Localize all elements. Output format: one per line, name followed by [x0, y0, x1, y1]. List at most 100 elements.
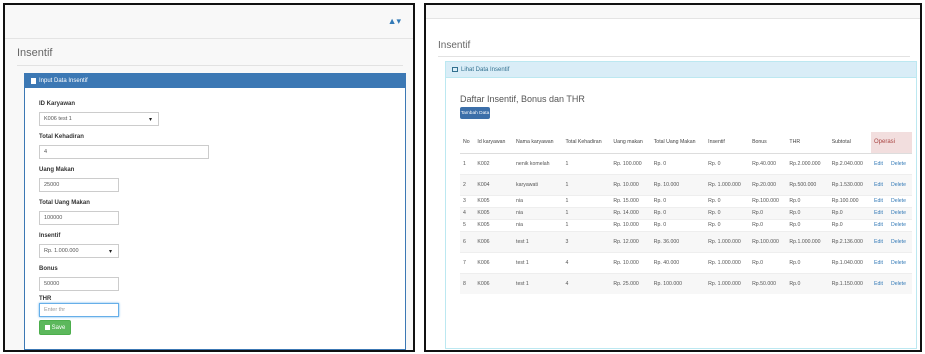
cell-id: K005 — [474, 206, 514, 219]
delete-link[interactable]: Delete — [888, 152, 912, 174]
total-kehadiran-label: Total Kehadiran — [39, 134, 84, 140]
edit-link[interactable]: Edit — [870, 173, 888, 195]
col-header: No — [460, 132, 475, 154]
list-panel: Lihat Data Insentif Daftar Insentif, Bon… — [445, 61, 917, 349]
delete-link[interactable]: Delete — [888, 272, 912, 294]
delete-link[interactable]: Delete — [888, 173, 912, 195]
cell-id: K006 — [474, 251, 514, 273]
cell-subtotal: Rp.2.040.000 — [828, 152, 871, 174]
edit-link[interactable]: Edit — [870, 152, 888, 174]
page-title: Insentif — [17, 47, 53, 59]
save-icon — [44, 325, 50, 330]
save-button[interactable]: Save — [39, 320, 71, 335]
cell-uang: Rp. 25.000 — [610, 272, 651, 294]
cell-total_uang: Rp. 0 — [650, 194, 706, 207]
cell-no: 2 — [460, 173, 475, 195]
cell-thr: Rp.0 — [786, 272, 829, 294]
table-row: 2 K004 karyawati 1 Rp. 10.000 Rp. 10.000 Rp. 1… — [460, 173, 912, 195]
cell-total_uang: Rp. 100.000 — [650, 272, 706, 294]
input-panel: Input Data Insentif ID Karyawan K006 tes… — [24, 73, 406, 350]
cell-insentif: Rp. 1.000.000 — [705, 251, 750, 273]
insentif-select[interactable]: Rp. 1.000.000 ▾ — [39, 244, 119, 258]
id-karyawan-select[interactable]: K006 test 1 ▾ — [39, 112, 159, 126]
cell-subtotal: Rp.2.136.000 — [828, 230, 871, 252]
document-icon — [31, 78, 36, 84]
edit-link[interactable]: Edit — [870, 272, 888, 294]
cell-nama: nenik komelah — [513, 152, 563, 174]
id-karyawan-label: ID Karyawan — [39, 101, 76, 107]
cell-hadir: 1 — [562, 173, 611, 195]
delete-link[interactable]: Delete — [888, 206, 912, 219]
bonus-label: Bonus — [39, 266, 58, 272]
delete-link[interactable]: Delete — [888, 230, 912, 252]
cell-subtotal: Rp.100.000 — [828, 194, 871, 207]
panel-title: Input Data Insentif — [39, 78, 88, 84]
user-menu-icon[interactable]: ▲▾ — [388, 16, 401, 27]
cell-bonus: Rp.20.000 — [749, 173, 787, 195]
total-uang-makan-field[interactable]: 100000 — [39, 211, 119, 225]
table-header-row: No Id karyawan Nama karyawan Total Kehad… — [460, 132, 912, 154]
add-data-button[interactable]: Tambah Data — [460, 107, 490, 119]
edit-link[interactable]: Edit — [870, 251, 888, 273]
panel-heading: Input Data Insentif — [25, 74, 405, 88]
cell-bonus: Rp.50.000 — [749, 272, 787, 294]
cell-total_uang: Rp. 40.000 — [650, 251, 706, 273]
cell-id: K005 — [474, 194, 514, 207]
cell-bonus: Rp.0 — [749, 206, 787, 219]
cell-id: K006 — [474, 230, 514, 252]
cell-subtotal: Rp.1.530.000 — [828, 173, 871, 195]
table-row: 1 K002 nenik komelah 1 Rp. 100.000 Rp. 0 Rp. 0… — [460, 152, 912, 174]
cell-bonus: Rp.100.000 — [749, 194, 787, 207]
delete-link[interactable]: Delete — [888, 218, 912, 231]
cell-uang: Rp. 10.000 — [610, 218, 651, 231]
cell-uang: Rp. 15.000 — [610, 194, 651, 207]
list-title: Daftar Insentif, Bonus dan THR — [460, 94, 585, 104]
cell-nama: nia — [513, 206, 563, 219]
cell-thr: Rp.0 — [786, 206, 829, 219]
divider — [17, 65, 403, 66]
col-header: THR — [786, 132, 829, 154]
cell-insentif: Rp. 0 — [705, 218, 750, 231]
cell-insentif: Rp. 1.000.000 — [705, 230, 750, 252]
uang-makan-field[interactable]: 25000 — [39, 178, 119, 192]
id-karyawan-value: K006 test 1 — [44, 116, 72, 122]
cell-thr: Rp.0 — [786, 251, 829, 273]
edit-link[interactable]: Edit — [870, 206, 888, 219]
top-navbar: ▲▾ — [5, 5, 413, 39]
cell-hadir: 1 — [562, 206, 611, 219]
thr-field[interactable]: Enter thr — [39, 303, 119, 317]
edit-link[interactable]: Edit — [870, 194, 888, 207]
top-navbar — [426, 5, 920, 19]
cell-insentif: Rp. 1.000.000 — [705, 173, 750, 195]
total-kehadiran-field[interactable]: 4 — [39, 145, 209, 159]
delete-link[interactable]: Delete — [888, 251, 912, 273]
cell-id: K002 — [474, 152, 514, 174]
edit-link[interactable]: Edit — [870, 218, 888, 231]
cell-thr: Rp.500.000 — [786, 173, 829, 195]
cell-hadir: 4 — [562, 272, 611, 294]
cell-hadir: 3 — [562, 230, 611, 252]
cell-no: 7 — [460, 251, 475, 273]
cell-nama: nia — [513, 218, 563, 231]
col-header: Total Kehadiran — [562, 132, 611, 154]
cell-nama: test 1 — [513, 272, 563, 294]
cell-nama: nia — [513, 194, 563, 207]
cell-subtotal: Rp.1.150.000 — [828, 272, 871, 294]
bonus-field[interactable]: 50000 — [39, 277, 119, 291]
list-window: Insentif Lihat Data Insentif Daftar Inse… — [424, 3, 922, 352]
cell-no: 5 — [460, 218, 475, 231]
uang-makan-label: Uang Makan — [39, 167, 75, 173]
col-header: Bonus — [749, 132, 787, 154]
cell-total_uang: Rp. 10.000 — [650, 173, 706, 195]
cell-no: 4 — [460, 206, 475, 219]
table-row: 6 K006 test 1 3 Rp. 12.000 Rp. 36.000 Rp. 1.00… — [460, 230, 912, 252]
cell-hadir: 1 — [562, 152, 611, 174]
save-label: Save — [51, 324, 66, 331]
table-row: 7 K006 test 1 4 Rp. 10.000 Rp. 40.000 Rp. 1.00… — [460, 251, 912, 273]
col-header: Nama karyawan — [513, 132, 563, 154]
edit-link[interactable]: Edit — [870, 230, 888, 252]
delete-link[interactable]: Delete — [888, 194, 912, 207]
cell-uang: Rp. 10.000 — [610, 173, 651, 195]
page-title: Insentif — [438, 40, 471, 51]
cell-nama: test 1 — [513, 230, 563, 252]
